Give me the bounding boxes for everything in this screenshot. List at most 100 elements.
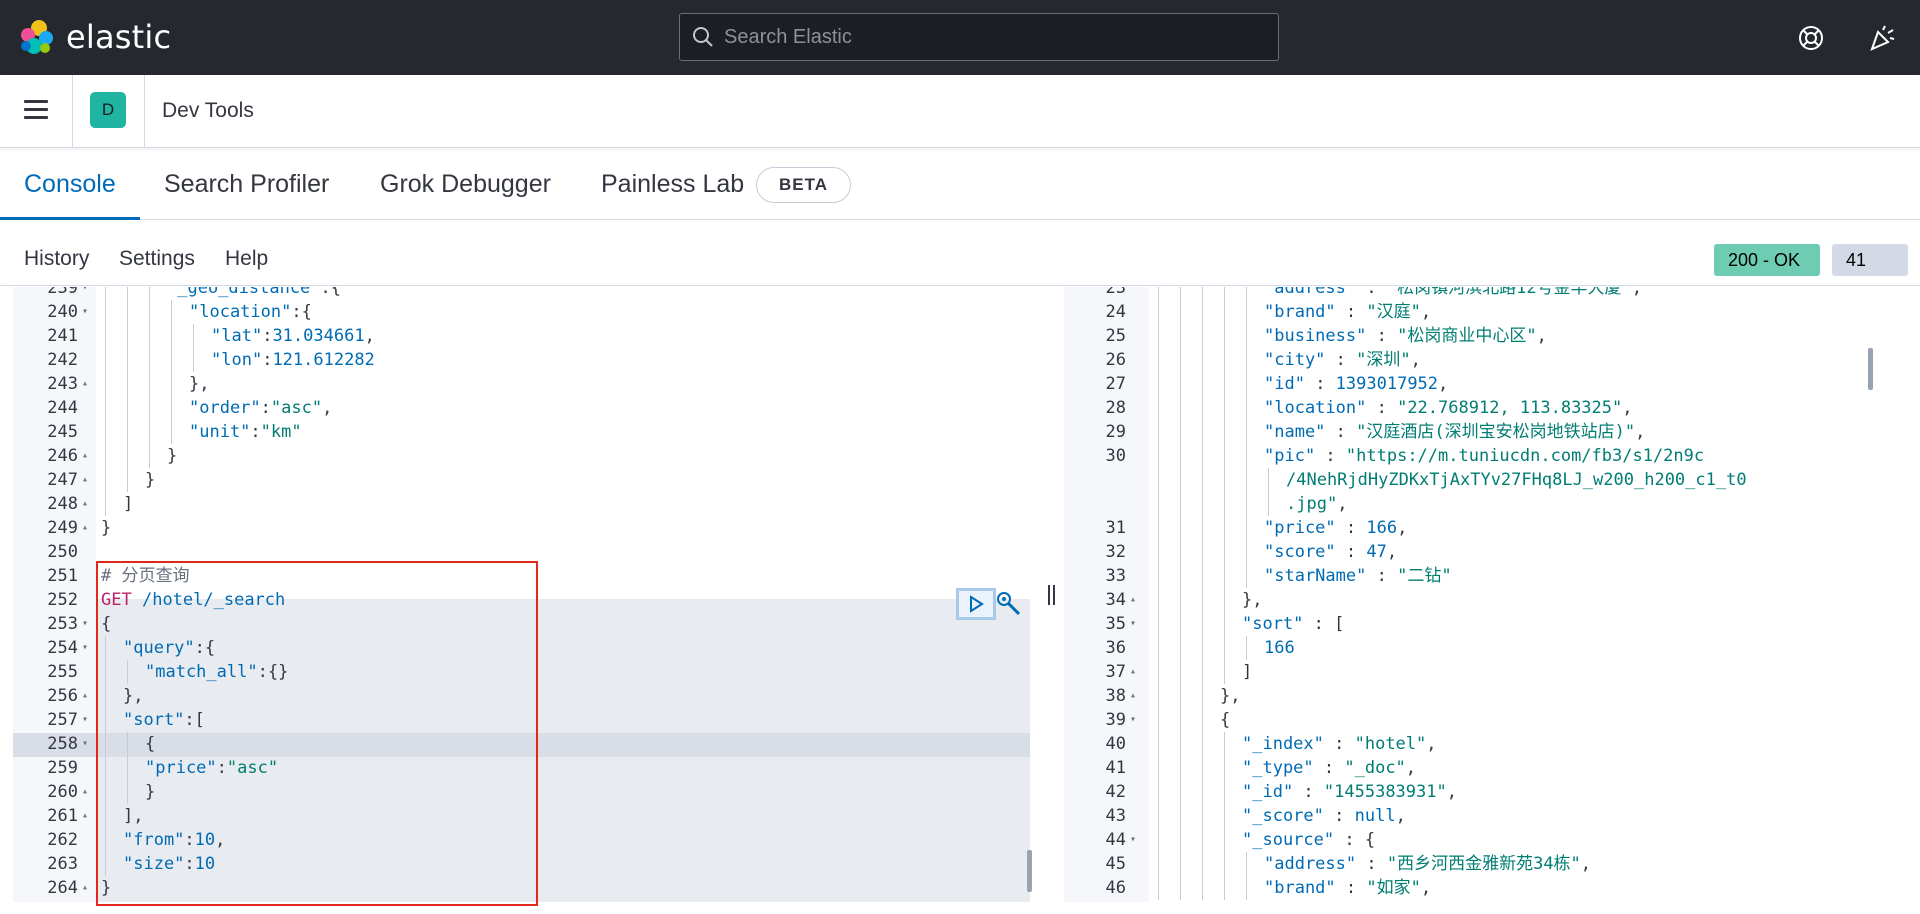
indent-guide xyxy=(1180,612,1181,636)
indent-guide xyxy=(1202,287,1203,300)
fold-expand-icon[interactable]: ▴ xyxy=(82,876,88,900)
indent-guide xyxy=(1202,828,1203,852)
fold-expand-icon[interactable]: ▴ xyxy=(1130,660,1136,684)
search-input[interactable] xyxy=(724,25,1244,49)
tab-search-profiler[interactable]: Search Profiler xyxy=(164,149,329,220)
line-number: 264 xyxy=(47,878,78,898)
line-number: 36 xyxy=(1105,638,1126,658)
request-time-badge: 41 ms xyxy=(1832,244,1908,302)
indent-guide xyxy=(1202,420,1203,444)
line-number: 253 xyxy=(47,614,78,634)
fold-expand-icon[interactable]: ▴ xyxy=(1130,588,1136,612)
indent-guide xyxy=(1224,588,1225,612)
fold-collapse-icon[interactable]: ▾ xyxy=(82,612,88,636)
wrench-icon[interactable] xyxy=(995,590,1023,618)
line-number: 31 xyxy=(1105,518,1126,538)
fold-collapse-icon[interactable]: ▾ xyxy=(82,636,88,660)
indent-guide xyxy=(105,420,106,444)
logo-text: elastic xyxy=(66,18,172,56)
line-number: 29 xyxy=(1105,422,1126,442)
line-number: 28 xyxy=(1105,398,1126,418)
indent-guide xyxy=(149,287,150,300)
indent-guide xyxy=(127,300,128,324)
indent-guide xyxy=(1158,684,1159,708)
indent-guide xyxy=(1224,756,1225,780)
indent-guide xyxy=(1246,324,1247,348)
fold-expand-icon[interactable]: ▴ xyxy=(1130,684,1136,708)
line-number: 250 xyxy=(47,542,78,562)
indent-guide xyxy=(1180,420,1181,444)
indent-guide xyxy=(1180,660,1181,684)
code-text: { xyxy=(1220,710,1231,730)
indent-guide xyxy=(1224,660,1225,684)
indent-guide xyxy=(1246,300,1247,324)
fold-collapse-icon[interactable]: ▾ xyxy=(82,287,88,300)
response-viewer[interactable]: 23 "address" : "松岗镇河滨北路12号金丰大厦", 24 "brand"… xyxy=(1064,287,1886,902)
code-line: 26 "city" : "深圳", xyxy=(1064,348,1864,372)
indent-guide xyxy=(1224,372,1225,396)
help-lifebuoy-icon[interactable] xyxy=(1797,24,1825,52)
panel-resize-handle[interactable] xyxy=(1048,585,1058,607)
indent-guide xyxy=(1158,732,1159,756)
indent-guide xyxy=(1158,828,1159,852)
indent-guide xyxy=(127,468,128,492)
indent-guide xyxy=(1246,444,1247,468)
line-number: 42 xyxy=(1105,782,1126,802)
line-number: 239 xyxy=(47,287,78,298)
play-icon xyxy=(970,595,984,613)
fold-expand-icon[interactable]: ▴ xyxy=(82,516,88,540)
page-title: Dev Tools xyxy=(162,99,254,122)
indent-guide xyxy=(1224,636,1225,660)
global-search[interactable] xyxy=(679,13,1279,61)
send-request-button[interactable] xyxy=(956,588,996,620)
fold-expand-icon[interactable]: ▴ xyxy=(82,468,88,492)
indent-guide xyxy=(105,492,106,516)
help-link[interactable]: Help xyxy=(225,247,268,271)
elastic-logo[interactable]: elastic xyxy=(18,18,171,56)
fold-expand-icon[interactable]: ▴ xyxy=(82,804,88,828)
history-link[interactable]: History xyxy=(24,247,89,271)
space-avatar[interactable]: D xyxy=(90,92,126,128)
request-editor-scrollbar[interactable] xyxy=(1027,850,1032,892)
code-line: /4NehRjdHyZDKxTjAxTYv27FHq8LJ_w200_h200_… xyxy=(1064,468,1864,492)
fold-collapse-icon[interactable]: ▾ xyxy=(1130,708,1136,732)
fold-collapse-icon[interactable]: ▾ xyxy=(82,732,88,756)
indent-guide xyxy=(1202,444,1203,468)
code-text: "starName" : "二钻" xyxy=(1264,566,1452,586)
indent-guide xyxy=(1180,287,1181,300)
fold-expand-icon[interactable]: ▴ xyxy=(82,492,88,516)
line-number: 34 xyxy=(1105,590,1126,610)
fold-expand-icon[interactable]: ▴ xyxy=(82,372,88,396)
indent-guide xyxy=(1180,540,1181,564)
line-number: 243 xyxy=(47,374,78,394)
line-number: 260 xyxy=(47,782,78,802)
newsfeed-party-icon[interactable] xyxy=(1868,24,1896,52)
indent-guide xyxy=(1202,372,1203,396)
settings-link[interactable]: Settings xyxy=(119,247,195,271)
indent-guide xyxy=(1180,876,1181,900)
line-number: 246 xyxy=(47,446,78,466)
indent-guide xyxy=(1224,516,1225,540)
global-header: elastic xyxy=(0,0,1920,75)
fold-collapse-icon[interactable]: ▾ xyxy=(1130,612,1136,636)
fold-expand-icon[interactable]: ▴ xyxy=(82,684,88,708)
response-viewer-scrollbar[interactable] xyxy=(1868,348,1873,390)
fold-expand-icon[interactable]: ▴ xyxy=(82,780,88,804)
fold-collapse-icon[interactable]: ▾ xyxy=(82,708,88,732)
line-number: 45 xyxy=(1105,854,1126,874)
code-text: }, xyxy=(189,374,210,394)
indent-guide xyxy=(1246,468,1247,492)
tab-console[interactable]: Console xyxy=(24,149,116,220)
indent-guide xyxy=(1158,756,1159,780)
tab-grok-debugger[interactable]: Grok Debugger xyxy=(380,149,551,220)
code-text: "brand" : "汉庭", xyxy=(1264,302,1432,322)
fold-collapse-icon[interactable]: ▾ xyxy=(82,300,88,324)
indent-guide xyxy=(1158,708,1159,732)
beta-badge: BETA xyxy=(756,167,852,203)
fold-collapse-icon[interactable]: ▾ xyxy=(1130,828,1136,852)
indent-guide xyxy=(171,348,172,372)
menu-icon[interactable] xyxy=(24,100,48,120)
tab-painless-lab[interactable]: Painless Lab xyxy=(601,149,744,220)
indent-guide xyxy=(105,287,106,300)
fold-expand-icon[interactable]: ▴ xyxy=(82,444,88,468)
